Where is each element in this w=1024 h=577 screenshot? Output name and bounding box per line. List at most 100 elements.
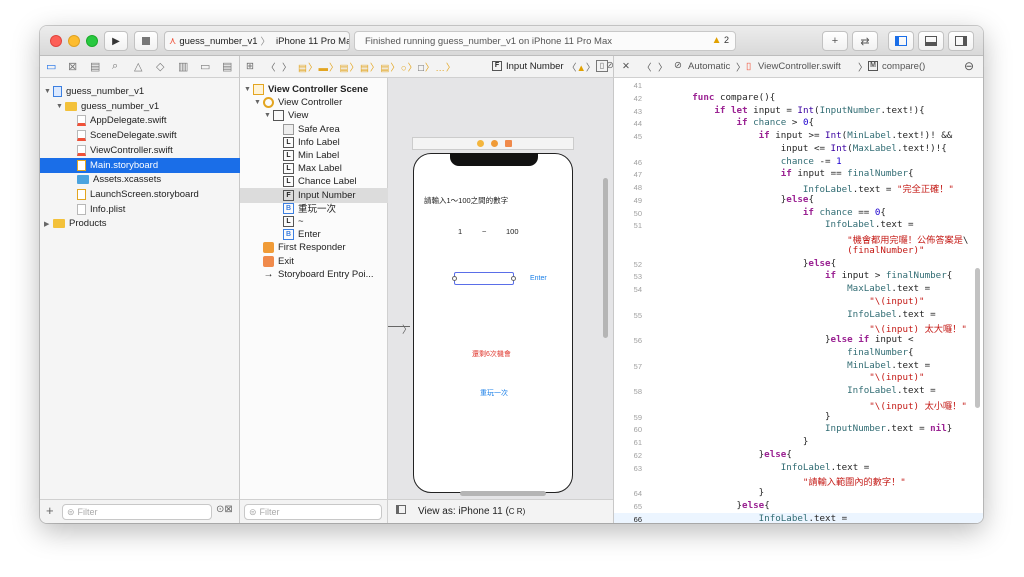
code-line[interactable]: 45 if input >= Int(MinLabel.text!)! && [614,130,983,143]
outline-item[interactable]: → Storyboard Entry Poi... [240,267,388,282]
resize-handle[interactable] [452,276,457,281]
resize-handle[interactable] [511,276,516,281]
report-icon[interactable]: ▤ [222,60,232,73]
navigator-item[interactable]: ▼ guess_number_v1 [40,84,240,99]
code-line[interactable]: 55 InfoLabel.text = [614,309,983,322]
run-button[interactable]: ▶ [104,31,128,51]
code-line[interactable]: 58 InfoLabel.text = [614,385,983,398]
code-line[interactable]: input <= Int(MaxLabel.text!)!{ [614,143,983,156]
breadcrumb-current[interactable]: Input Number [506,61,564,72]
search-icon[interactable]: ⌕ [112,60,118,73]
chance-label[interactable]: 還剩6次機會 [472,349,511,359]
issue-icon[interactable]: △ [134,60,142,73]
test-icon[interactable]: ◇ [156,60,164,73]
code-line[interactable]: 62 }else{ [614,449,983,462]
canvas-vertical-scrollbar[interactable] [603,178,608,338]
code-review-button[interactable]: ⇄ [852,31,878,51]
code-line[interactable]: 57 MinLabel.text = [614,360,983,373]
code-line[interactable]: 54 MaxLabel.text = [614,283,983,296]
stop-button[interactable] [134,31,158,51]
navigator-item[interactable]: Main.storyboard [40,157,240,173]
code-line[interactable]: 66 InfoLabel.text = [614,512,983,523]
code-line[interactable]: "\(input)" [614,372,983,385]
source-control-icon[interactable]: ⊠ [68,60,77,73]
navigator-item[interactable]: SceneDelegate.swift [40,128,240,143]
canvas-horizontal-scrollbar[interactable] [460,491,546,496]
code-line[interactable]: 61 } [614,436,983,449]
code-line[interactable]: 56 }else if input < [614,334,983,347]
editor-options-icon[interactable]: ⊖ [964,59,974,73]
navigator-item[interactable]: Assets.xcassets [40,172,240,187]
disclosure-icon[interactable]: ▼ [254,99,263,106]
add-editor-button[interactable]: ▯ [596,60,608,72]
storyboard-canvas[interactable]: 〉 請輸入1～100之間的數字 1 ~ 100 Enter 還剩6次機會 重玩一… [388,78,613,499]
editor-file-name[interactable]: ViewController.swift [758,61,841,72]
code-line[interactable]: 64 } [614,487,983,500]
code-line[interactable]: 65 }else{ [614,500,983,513]
minimize-window-button[interactable] [68,35,80,47]
navigator-item[interactable]: LaunchScreen.storyboard [40,187,240,202]
outline-filter-input[interactable]: ⊜ Filter [244,504,382,520]
iphone-frame[interactable]: 請輸入1～100之間的數字 1 ~ 100 Enter 還剩6次機會 重玩一次 [413,153,573,493]
replay-button[interactable]: 重玩一次 [480,388,508,398]
close-editor-icon[interactable]: ✕ [622,61,630,72]
close-window-button[interactable] [50,35,62,47]
automatic-label[interactable]: Automatic [688,61,730,72]
navigator-item[interactable]: AppDelegate.swift [40,113,240,128]
breadcrumb-icons[interactable]: ▤〉▬〉▤〉▤〉▤〉○〉□〉…〉 [298,60,456,74]
code-line[interactable]: 50 if chance == 0{ [614,207,983,220]
warning-badge[interactable]: ▲ 2 [712,35,729,46]
issue-nav-icon[interactable]: 〈▲〉 [567,60,595,74]
code-line[interactable]: 49 }else{ [614,194,983,207]
scene-dock[interactable] [412,137,574,150]
code-line[interactable]: "\(input) 太小囉！" [614,398,983,412]
folder-icon[interactable]: ▭ [46,60,56,73]
code-line[interactable]: 59 } [614,411,983,424]
editor-func-name[interactable]: compare() [882,61,925,72]
code-line[interactable]: 41 [614,79,983,92]
code-line[interactable]: 63 InfoLabel.text = [614,462,983,475]
back-icon[interactable]: 〈 [266,60,276,74]
min-label[interactable]: 1 [458,227,462,236]
forward-icon[interactable]: 〉 [658,60,668,74]
code-line[interactable]: "\(input) 太大囉！" [614,321,983,335]
code-line[interactable]: 47 if input == finalNumber{ [614,168,983,181]
navigator-item[interactable]: Info.plist [40,202,240,217]
code-line[interactable]: finalNumber{ [614,347,983,360]
code-line[interactable]: "請輸入範圍內的數字！" [614,474,983,488]
navigator-item[interactable]: ▶ Products [40,216,240,231]
code-line[interactable]: "\(input)" [614,296,983,309]
related-items-icon[interactable]: ⊞ [246,61,254,72]
toggle-navigator-button[interactable] [888,31,914,51]
forward-icon[interactable]: 〉 [282,60,292,74]
max-label[interactable]: 100 [506,227,519,236]
code-line[interactable]: "機會都用完囉！公佈答案是\ [614,232,983,246]
tilde-label[interactable]: ~ [482,227,486,236]
navigator-filter-input[interactable]: ⊜ Filter [62,504,212,520]
exit-icon[interactable] [505,140,512,147]
code-line[interactable]: 44 if chance > 0{ [614,117,983,130]
symbol-icon[interactable]: ▤ [90,60,100,73]
code-line[interactable]: 51 InfoLabel.text = [614,219,983,232]
toggle-debug-area-button[interactable] [918,31,944,51]
view-as-label[interactable]: View as: iPhone 11 (C R) [418,506,525,517]
disclosure-open-icon[interactable]: ▼ [44,88,53,95]
outline-toggle-icon[interactable] [396,505,406,514]
recent-files-icon[interactable]: ⊙⊠ [216,504,233,515]
disclosure-closed-icon[interactable]: ▶ [44,220,53,228]
code-line[interactable]: (finalNumber)" [614,245,983,258]
info-label[interactable]: 請輸入1～100之間的數字 [424,195,508,206]
code-line[interactable]: 46 chance -= 1 [614,156,983,169]
disclosure-icon[interactable]: ▼ [264,112,273,119]
code-line[interactable]: 52 }else{ [614,258,983,271]
code-line[interactable]: 42 func compare(){ [614,92,983,105]
navigator-item[interactable]: ViewController.swift [40,143,240,158]
code-editor[interactable]: 41 42 func compare(){43 if let input = In… [613,78,983,523]
library-button[interactable]: + [822,31,848,51]
scheme-selector[interactable]: ⋏ guess_number_v1 〉 iPhone 11 Pro Max [164,31,350,51]
back-icon[interactable]: 〈 [642,60,652,74]
debug-icon[interactable]: ▥ [178,60,188,73]
enter-button[interactable]: Enter [530,275,547,282]
disclosure-open-icon[interactable]: ▼ [56,103,65,110]
code-line[interactable]: 48 InfoLabel.text = "完全正確！" [614,181,983,195]
